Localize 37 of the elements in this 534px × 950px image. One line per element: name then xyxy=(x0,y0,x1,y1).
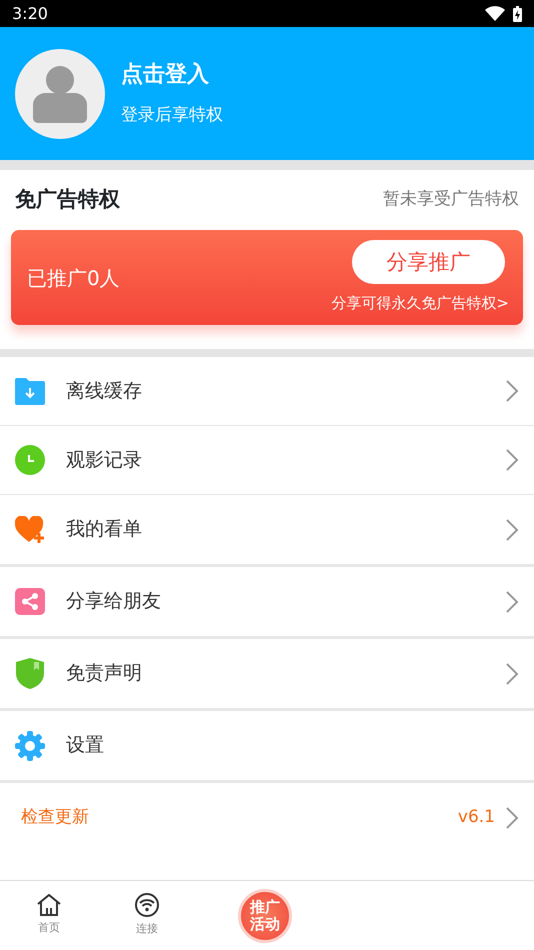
privilege-status: 暂未享受广告特权 xyxy=(383,188,519,212)
menu-item[interactable]: 我的看单 xyxy=(0,495,534,564)
menu-label: 观影记录 xyxy=(66,448,143,473)
shield-icon xyxy=(15,658,45,689)
person-icon xyxy=(33,64,87,122)
menu-item[interactable]: 分享给朋友 xyxy=(0,567,534,636)
share-icon xyxy=(15,588,45,615)
nav-tab[interactable]: 连接 xyxy=(98,893,196,938)
share-button[interactable]: 分享推广 xyxy=(352,240,505,284)
status-time: 3:20 xyxy=(12,2,48,24)
version-label: v6.1 xyxy=(458,806,495,830)
menu-label: 我的看单 xyxy=(66,517,143,542)
update-label: 检查更新 xyxy=(21,806,90,830)
update-row[interactable]: 检查更新 v6.1 xyxy=(0,783,534,853)
heart-plus-icon xyxy=(15,516,45,544)
promo-hint[interactable]: 分享可得永久免广告特权> xyxy=(331,292,509,315)
menu-item[interactable]: 免责声明 xyxy=(0,639,534,708)
menu-item[interactable]: 观影记录 xyxy=(0,426,534,495)
wifi-icon xyxy=(135,893,159,918)
login-title[interactable]: 点击登入 xyxy=(121,58,223,92)
menu-label: 分享给朋友 xyxy=(66,589,162,614)
menu-item[interactable]: 离线缓存 xyxy=(0,357,534,426)
folder-icon xyxy=(15,377,45,405)
section-title: 免广告特权 xyxy=(15,186,120,214)
wifi-icon xyxy=(485,6,505,21)
home-icon xyxy=(37,894,61,916)
menu-item[interactable]: 设置 xyxy=(0,711,534,780)
nav-tab[interactable]: 首页 xyxy=(0,894,98,937)
promo-activity-button[interactable]: 推广活动 xyxy=(238,888,292,942)
clock-icon xyxy=(15,445,45,475)
menu-label: 离线缓存 xyxy=(66,378,143,404)
menu-label: 设置 xyxy=(66,733,105,758)
chevron-icon xyxy=(505,806,519,830)
login-subtitle: 登录后享特权 xyxy=(121,104,223,128)
promoted-count: 已推广0人 xyxy=(27,264,120,292)
battery-icon xyxy=(513,6,522,22)
menu-label: 免责声明 xyxy=(66,661,143,686)
